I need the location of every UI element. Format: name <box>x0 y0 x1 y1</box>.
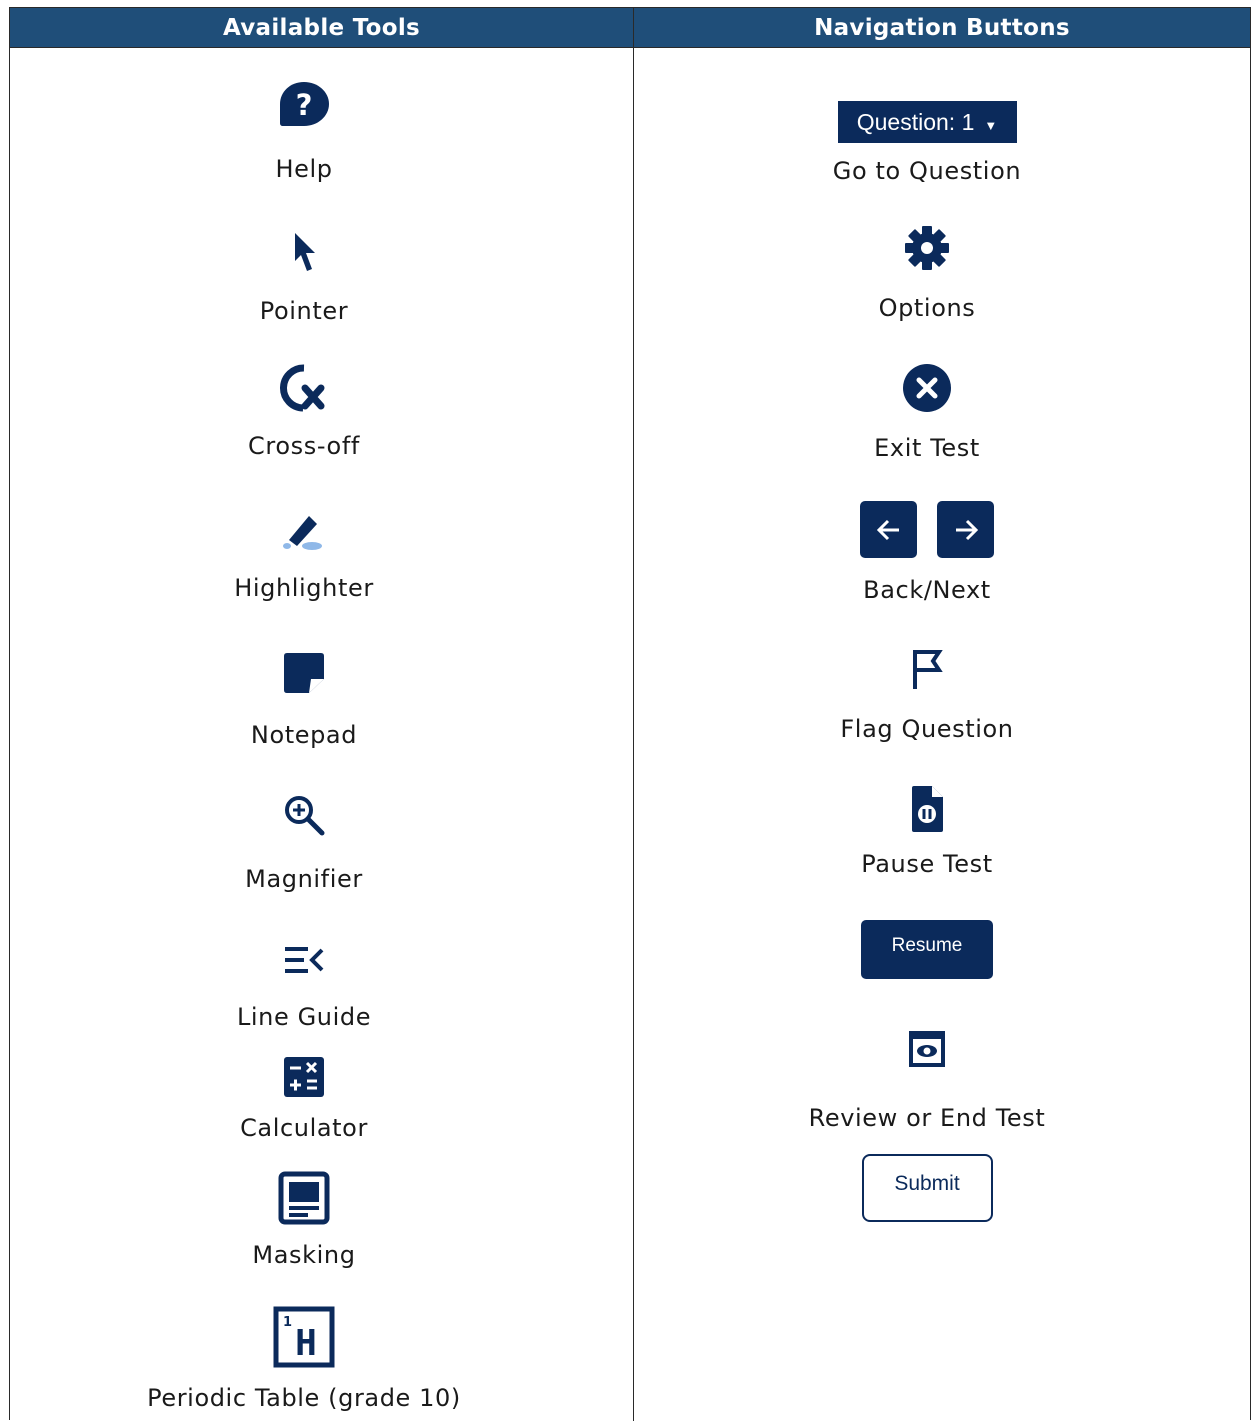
close-icon[interactable] <box>901 363 953 413</box>
tool-label: Magnifier <box>245 865 363 893</box>
nav-review-end-test[interactable]: Review or End Test <box>767 1029 1087 1132</box>
nav-label: Exit Test <box>874 434 980 462</box>
highlighter-icon[interactable] <box>279 512 329 552</box>
review-icon[interactable] <box>907 1029 947 1069</box>
tool-label: Calculator <box>240 1114 368 1142</box>
periodic-number: 1 <box>283 1315 292 1330</box>
resume-button[interactable]: Resume <box>861 920 993 979</box>
nav-label: Flag Question <box>840 715 1014 743</box>
tool-help[interactable]: ? Help <box>184 80 424 183</box>
help-icon[interactable]: ? <box>277 80 331 128</box>
nav-label: Options <box>878 294 976 322</box>
nav-label: Go to Question <box>832 157 1022 185</box>
tool-pointer[interactable]: Pointer <box>184 231 424 325</box>
nav-resume[interactable]: Resume <box>767 920 1087 979</box>
back-button[interactable] <box>860 501 917 558</box>
tool-magnifier[interactable]: Magnifier <box>184 793 424 893</box>
notepad-icon[interactable] <box>281 651 327 695</box>
nav-label: Pause Test <box>861 850 993 878</box>
periodic-symbol: H <box>295 1323 317 1364</box>
periodic-table-icon[interactable]: 1 H <box>273 1306 335 1368</box>
masking-icon[interactable] <box>278 1171 330 1225</box>
svg-text:?: ? <box>296 88 313 122</box>
pause-icon[interactable] <box>907 784 947 834</box>
nav-options[interactable]: Options <box>767 224 1087 322</box>
magnifier-icon[interactable] <box>282 793 326 837</box>
back-next-group <box>860 501 994 558</box>
nav-exit-test[interactable]: Exit Test <box>767 363 1087 462</box>
navigation-buttons-header: Navigation Buttons <box>634 8 1250 48</box>
gear-icon[interactable] <box>903 224 951 272</box>
flag-icon[interactable] <box>907 647 947 691</box>
tool-label: Pointer <box>259 297 349 325</box>
nav-back-next[interactable]: Back/Next <box>767 501 1087 604</box>
nav-label: Review or End Test <box>808 1104 1046 1132</box>
tool-calculator[interactable]: Calculator <box>184 1055 424 1142</box>
arrow-right-icon <box>955 519 978 540</box>
chevron-down-icon: ▼ <box>984 117 998 133</box>
nav-submit[interactable]: Submit <box>767 1154 1087 1222</box>
nav-label: Back/Next <box>863 576 991 604</box>
tool-label: Line Guide <box>236 1003 372 1031</box>
tool-cross-off[interactable]: Cross-off <box>184 364 424 460</box>
next-button[interactable] <box>937 501 994 558</box>
column-divider <box>633 8 634 1421</box>
tool-label: Periodic Table (grade 10) <box>147 1384 461 1412</box>
tool-line-guide[interactable]: Line Guide <box>184 943 424 1031</box>
available-tools-header: Available Tools <box>10 8 633 48</box>
tool-highlighter[interactable]: Highlighter <box>184 512 424 602</box>
submit-button[interactable]: Submit <box>861 1154 993 1222</box>
nav-pause-test[interactable]: Pause Test <box>767 784 1087 878</box>
pointer-icon[interactable] <box>289 231 319 275</box>
tool-notepad[interactable]: Notepad <box>184 651 424 749</box>
tool-label: Help <box>275 155 333 183</box>
tool-label: Highlighter <box>234 574 374 602</box>
cross-off-icon[interactable] <box>279 364 329 412</box>
line-guide-icon[interactable] <box>282 943 326 977</box>
arrow-left-icon <box>876 519 899 540</box>
question-dropdown-button[interactable]: Question: 1 ▼ <box>837 101 1017 143</box>
nav-go-to-question[interactable]: Question: 1 ▼ Go to Question <box>767 101 1087 185</box>
tool-label: Masking <box>252 1241 356 1269</box>
tool-periodic-table[interactable]: 1 H Periodic Table (grade 10) <box>124 1306 484 1412</box>
tool-label: Notepad <box>250 721 358 749</box>
tool-masking[interactable]: Masking <box>184 1171 424 1269</box>
nav-flag-question[interactable]: Flag Question <box>767 647 1087 743</box>
tool-label: Cross-off <box>248 432 360 460</box>
question-button-label: Question: 1 <box>856 108 975 135</box>
calculator-icon[interactable] <box>282 1055 326 1099</box>
